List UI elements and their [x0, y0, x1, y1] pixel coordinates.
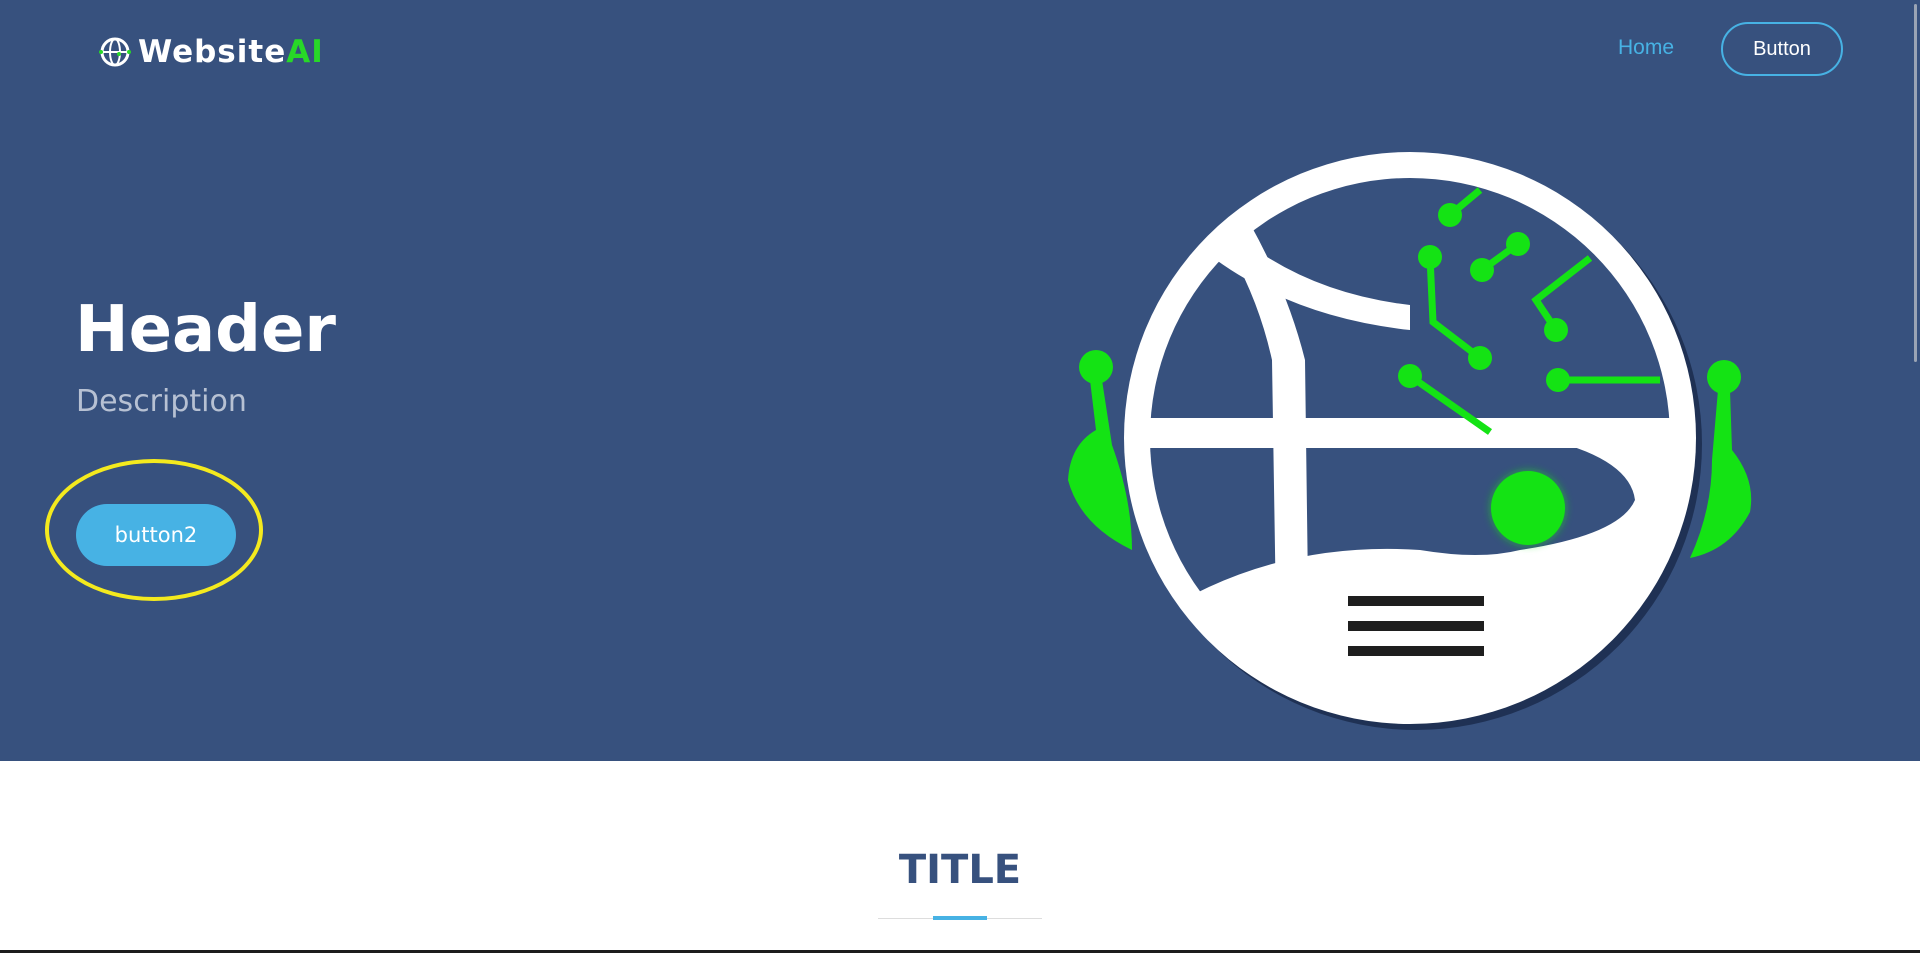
hero-description: Description [76, 384, 247, 419]
logo[interactable]: WebsiteAI [98, 30, 324, 74]
left-antenna [1068, 350, 1132, 550]
scrollbar[interactable] [1912, 0, 1920, 953]
navbar: WebsiteAI Home Button [0, 0, 1920, 100]
title-underline-accent [933, 916, 987, 920]
logo-text-accent: AI [286, 34, 324, 70]
nav-button[interactable]: Button [1721, 22, 1843, 76]
logo-text: WebsiteAI [138, 34, 324, 70]
logo-text-main: Website [138, 34, 287, 70]
content-section: TITLE [0, 761, 1920, 953]
scrollbar-thumb[interactable] [1914, 4, 1917, 362]
globe-robot-icon [1068, 152, 1752, 730]
hero-section: WebsiteAI Home Button Header Description… [0, 0, 1920, 761]
section-title: TITLE [898, 847, 1022, 893]
nav-link-home[interactable]: Home [1618, 36, 1674, 60]
globe-logo-icon [99, 37, 131, 67]
cta-button[interactable]: button2 [76, 504, 236, 566]
hero-title: Header [75, 293, 336, 367]
